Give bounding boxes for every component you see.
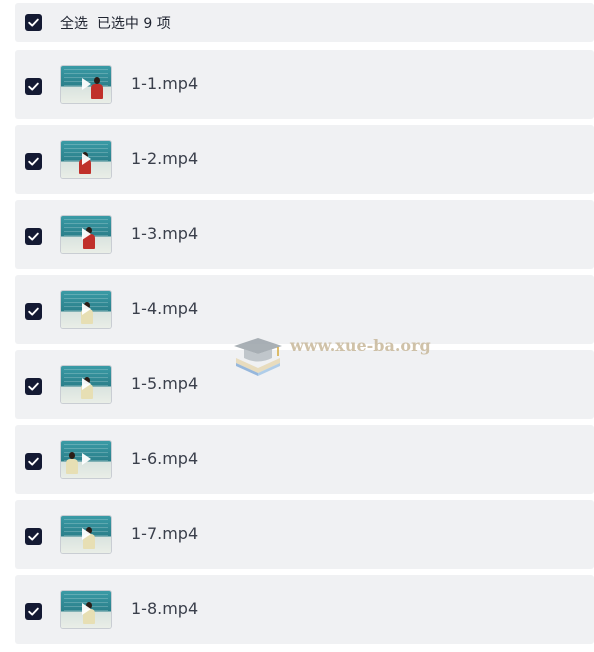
file-name[interactable]: 1-1.mp4 <box>131 74 198 93</box>
file-name[interactable]: 1-7.mp4 <box>131 524 198 543</box>
selected-count-status: 已选中 9 项 <box>96 16 171 32</box>
file-checkbox[interactable] <box>25 603 42 620</box>
file-checkbox[interactable] <box>25 378 42 395</box>
file-row[interactable]: 1-4.mp4 <box>15 275 594 344</box>
checkmark-icon <box>28 307 39 316</box>
file-selection-list: 全选 已选中 9 项 1-1.mp4 1-2.mp4 1-3.mp4 1-4.mp4 1… <box>0 0 594 652</box>
select-all-bar: 全选 已选中 9 项 <box>15 3 594 42</box>
video-thumbnail[interactable] <box>61 366 111 403</box>
video-thumbnail[interactable] <box>61 516 111 553</box>
file-checkbox[interactable] <box>25 78 42 95</box>
lecturer-figure <box>66 452 78 474</box>
checkmark-icon <box>28 157 39 166</box>
file-name[interactable]: 1-8.mp4 <box>131 599 198 618</box>
video-thumbnail[interactable] <box>61 591 111 628</box>
play-icon <box>82 228 91 240</box>
file-row[interactable]: 1-7.mp4 <box>15 500 594 569</box>
select-all-checkbox[interactable] <box>25 14 42 31</box>
file-checkbox[interactable] <box>25 453 42 470</box>
checkmark-icon <box>28 18 39 27</box>
video-thumbnail[interactable] <box>61 141 111 178</box>
file-name[interactable]: 1-5.mp4 <box>131 374 198 393</box>
file-row[interactable]: 1-1.mp4 <box>15 50 594 119</box>
file-name[interactable]: 1-3.mp4 <box>131 224 198 243</box>
file-checkbox[interactable] <box>25 228 42 245</box>
file-name[interactable]: 1-4.mp4 <box>131 299 198 318</box>
video-thumbnail[interactable] <box>61 66 111 103</box>
play-icon <box>82 78 91 90</box>
file-checkbox[interactable] <box>25 528 42 545</box>
video-thumbnail[interactable] <box>61 291 111 328</box>
play-icon <box>82 378 91 390</box>
play-icon <box>82 453 91 465</box>
checkmark-icon <box>28 532 39 541</box>
file-row[interactable]: 1-3.mp4 <box>15 200 594 269</box>
play-icon <box>82 303 91 315</box>
checkmark-icon <box>28 82 39 91</box>
video-thumbnail[interactable] <box>61 216 111 253</box>
checkmark-icon <box>28 457 39 466</box>
file-name[interactable]: 1-2.mp4 <box>131 149 198 168</box>
checkmark-icon <box>28 382 39 391</box>
checkmark-icon <box>28 232 39 241</box>
select-all-label[interactable]: 全选 <box>60 16 88 32</box>
file-name[interactable]: 1-6.mp4 <box>131 449 198 468</box>
file-row[interactable]: 1-2.mp4 <box>15 125 594 194</box>
play-icon <box>82 153 91 165</box>
lecturer-figure <box>91 77 103 99</box>
video-thumbnail[interactable] <box>61 441 111 478</box>
file-row[interactable]: 1-6.mp4 <box>15 425 594 494</box>
play-icon <box>82 603 91 615</box>
selection-summary: 全选 已选中 9 项 <box>60 13 171 33</box>
file-row[interactable]: 1-5.mp4 <box>15 350 594 419</box>
checkmark-icon <box>28 607 39 616</box>
play-icon <box>82 528 91 540</box>
file-row[interactable]: 1-8.mp4 <box>15 575 594 644</box>
file-checkbox[interactable] <box>25 153 42 170</box>
file-checkbox[interactable] <box>25 303 42 320</box>
